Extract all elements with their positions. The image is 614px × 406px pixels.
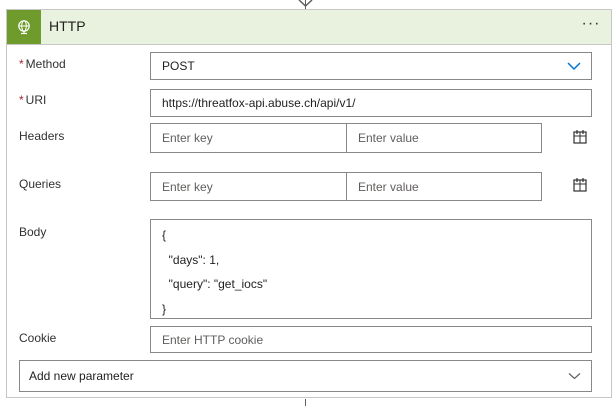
header-value-input[interactable]: Enter value [346,123,542,153]
http-action-card: HTTP ··· * Method POST * URI https://threa… [6,9,612,398]
queries-label: Queries [19,177,62,191]
uri-label: * URI [19,93,47,107]
body-line: "query": "get_iocs" [162,277,268,291]
chevron-down-icon [567,62,581,70]
uri-input[interactable]: https://threatfox-api.abuse.ch/api/v1/ [150,89,592,117]
add-parameter-label: Add new parameter [29,369,134,383]
headers-label: Headers [19,129,65,143]
method-label: * Method [19,57,66,71]
body-line: { [162,228,167,242]
query-key-input[interactable]: Enter key [150,172,347,201]
method-value: POST [162,59,195,73]
arrow-down-icon [298,0,313,8]
query-value-input[interactable]: Enter value [346,172,542,201]
header-key-input[interactable]: Enter key [150,123,347,153]
body-line: "days": 1, [162,252,220,267]
body-label: Body [19,225,47,239]
body-editor[interactable]: { "days": 1, "query": "get_iocs" } [150,219,592,319]
more-options-button[interactable]: ··· [579,15,603,37]
flow-connector-bottom [305,399,306,406]
add-new-parameter-dropdown[interactable]: Add new parameter [19,360,592,392]
cookie-label: Cookie [19,331,57,345]
action-title[interactable]: HTTP [49,18,86,34]
method-dropdown[interactable]: POST [150,52,592,80]
body-line: } [162,301,167,316]
uri-value: https://threatfox-api.abuse.ch/api/v1/ [162,96,356,110]
switch-to-text-mode-icon[interactable] [572,129,588,145]
switch-to-text-mode-icon[interactable] [572,177,588,193]
globe-icon [7,10,41,44]
required-indicator: * [19,93,24,107]
chevron-down-icon [568,373,581,380]
required-indicator: * [19,57,24,71]
cookie-input[interactable]: Enter HTTP cookie [150,326,592,353]
card-header[interactable]: HTTP ··· [7,10,611,45]
